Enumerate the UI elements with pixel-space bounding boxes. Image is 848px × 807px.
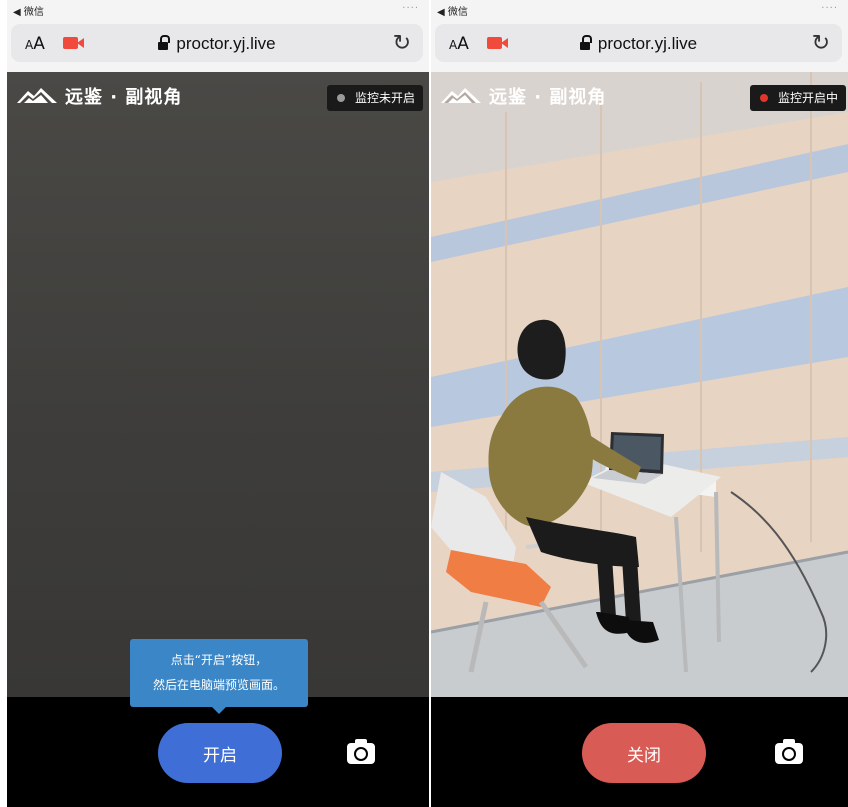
camera-switch-icon[interactable] [775,739,803,765]
url-text: proctor.yj.live [597,34,698,53]
phone-screen-left: ◀ 微信 ···· AA proctor.yj.live ↻ 远鉴 · 副视角 … [7,0,429,807]
tooltip-line-2: 然后在电脑端预览画面。 [152,678,285,692]
monitor-status-badge: 监控开启中 [749,85,846,111]
mountain-logo-icon [441,88,481,103]
address-field[interactable]: AA proctor.yj.live ↻ [435,24,842,62]
status-on-dot-icon [759,94,768,102]
mountain-logo-icon [17,88,57,103]
url-display[interactable]: proctor.yj.live [11,34,423,54]
url-display[interactable]: proctor.yj.live [435,34,842,54]
browser-address-bar: AA proctor.yj.live ↻ [431,18,848,72]
app-brand-title: 远鉴 · 副视角 [65,87,183,108]
monitor-status-text: 监控未开启 [354,91,415,105]
reload-icon[interactable]: ↻ [812,31,830,56]
tooltip-arrow [212,707,226,714]
status-bar: ◀ 微信 ···· [7,0,429,18]
status-indicators: ···· [821,3,838,14]
start-monitoring-button[interactable]: 开启 [158,723,282,783]
live-camera-view [431,72,848,698]
phone-screen-right: ◀ 微信 ···· AA proctor.yj.live ↻ 远鉴 · 副视角 … [431,0,848,807]
start-hint-tooltip: 点击“开启”按钮， 然后在电脑端预览画面。 [130,639,308,714]
app-brand-title: 远鉴 · 副视角 [489,87,607,108]
status-indicators: ···· [402,3,419,14]
lock-icon [158,35,171,50]
stop-monitoring-button[interactable]: 关闭 [582,723,706,783]
back-to-wechat-link[interactable]: ◀ 微信 [437,3,468,18]
status-bar: ◀ 微信 ···· [431,0,848,18]
monitor-status-badge: 监控未开启 [326,85,423,111]
monitor-status-text: 监控开启中 [777,91,838,105]
camera-switch-icon[interactable] [347,739,375,765]
back-to-wechat-link[interactable]: ◀ 微信 [13,3,44,18]
tooltip-line-1: 点击“开启”按钮， [170,653,268,667]
address-field[interactable]: AA proctor.yj.live ↻ [11,24,423,62]
reload-icon[interactable]: ↻ [393,31,411,56]
app-header: 远鉴 · 副视角 监控开启中 [431,72,848,116]
status-off-dot-icon [336,94,345,102]
url-text: proctor.yj.live [176,34,276,53]
camera-preview-off [7,72,429,697]
lock-icon [579,35,592,50]
app-header: 远鉴 · 副视角 监控未开启 [7,72,429,116]
browser-address-bar: AA proctor.yj.live ↻ [7,18,429,72]
